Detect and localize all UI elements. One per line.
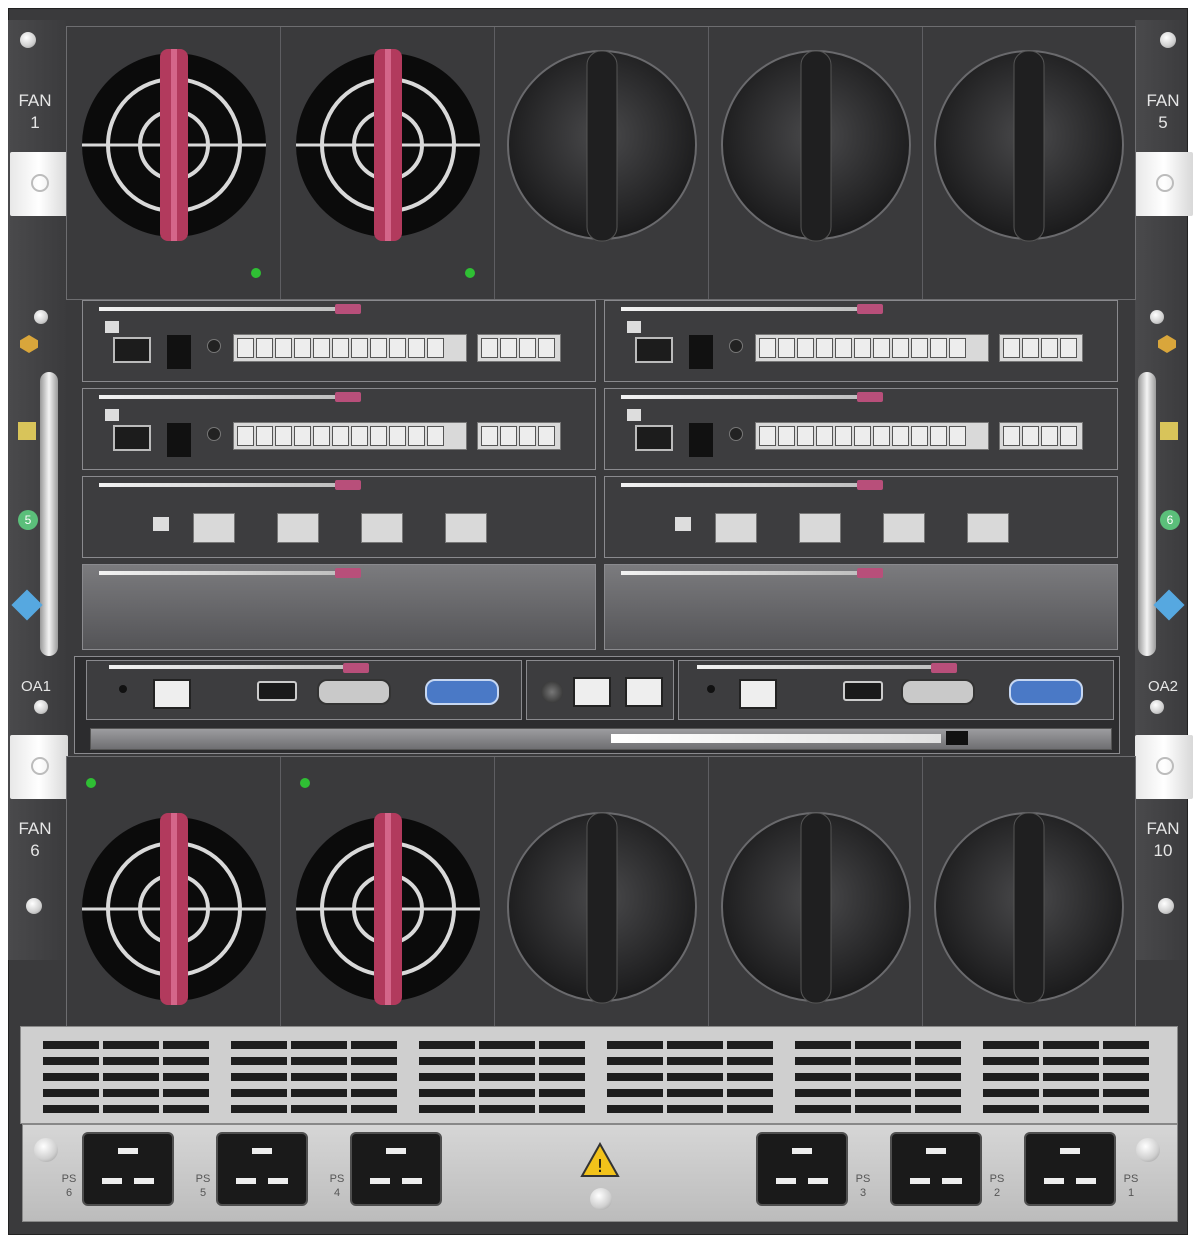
fan-2[interactable]	[281, 27, 495, 299]
bay-6-marker-icon: 6	[1160, 510, 1180, 530]
fan-blank-4[interactable]	[709, 27, 923, 299]
ps-6-outlet[interactable]	[82, 1132, 174, 1206]
screw-icon	[1150, 700, 1164, 714]
bay-3-4-marker-icon	[1160, 422, 1178, 440]
oa2-label: OA2	[1147, 678, 1178, 695]
ps-3-outlet[interactable]	[756, 1132, 848, 1206]
fan-icon	[296, 778, 480, 1005]
ps-4-label: PS 4	[329, 1173, 345, 1199]
vent-grille	[20, 1026, 1178, 1124]
fan-icon	[296, 49, 480, 278]
oa1-label: OA1	[20, 678, 51, 695]
bay-3-4-marker-icon	[18, 422, 36, 440]
fan-blank-icon	[507, 812, 697, 1004]
screw-icon	[20, 32, 36, 48]
fan-6-label: FAN 6	[18, 819, 52, 860]
fan-blank-3[interactable]	[495, 27, 709, 299]
interconnect-bay-3[interactable]	[82, 388, 596, 470]
interconnect-bay-1[interactable]	[82, 300, 596, 382]
oa2-network-port[interactable]	[739, 679, 777, 709]
fan-blank-5[interactable]	[923, 27, 1135, 299]
ps-5-outlet[interactable]	[216, 1132, 308, 1206]
screw-icon	[1158, 898, 1174, 914]
latch-clip[interactable]	[1135, 152, 1193, 216]
fan-icon	[82, 778, 266, 1005]
fan-blank-icon	[507, 50, 697, 242]
warning-triangle-icon: !	[580, 1142, 620, 1177]
fan-blank-9[interactable]	[709, 757, 923, 1027]
screw-icon	[590, 1188, 612, 1210]
oa2-usb-port[interactable]	[843, 681, 883, 701]
fan-5-label: FAN 5	[1146, 91, 1180, 132]
fan-blank-icon	[721, 50, 911, 242]
onboard-administrator-2[interactable]	[678, 660, 1114, 720]
fan-blank-8[interactable]	[495, 757, 709, 1027]
interconnect-bay-2[interactable]	[604, 300, 1118, 382]
oa1-vga-port[interactable]	[425, 679, 499, 705]
ps-3-label: PS 3	[855, 1173, 871, 1199]
top-fan-bay	[66, 26, 1136, 300]
screw-icon	[1160, 32, 1176, 48]
oa-release-bar[interactable]	[90, 728, 1112, 750]
ps-5-label: PS 5	[195, 1173, 211, 1199]
ps-4-outlet[interactable]	[350, 1132, 442, 1206]
fan-icon	[82, 49, 266, 278]
svg-text:!: !	[596, 1156, 603, 1177]
screw-icon	[34, 310, 48, 324]
screw-icon	[34, 700, 48, 714]
ps-6-label: PS 6	[61, 1173, 77, 1199]
ps-2-outlet[interactable]	[890, 1132, 982, 1206]
oa1-network-port[interactable]	[153, 679, 191, 709]
bottom-fan-bay	[66, 756, 1136, 1028]
oa2-serial-port[interactable]	[901, 679, 975, 705]
interconnect-bay-5[interactable]	[82, 476, 596, 558]
oa1-serial-port[interactable]	[317, 679, 391, 705]
fan-blank-icon	[721, 812, 911, 1004]
fan-1[interactable]	[67, 27, 281, 299]
ps-1-outlet[interactable]	[1024, 1132, 1116, 1206]
fan-1-label: FAN 1	[18, 91, 52, 132]
fan-blank-10[interactable]	[923, 757, 1135, 1027]
left-handle[interactable]	[40, 372, 58, 656]
latch-clip[interactable]	[10, 152, 68, 216]
screw-icon	[26, 898, 42, 914]
screw-icon	[1150, 310, 1164, 324]
screw-icon	[34, 1138, 58, 1162]
ps-2-label: PS 2	[989, 1173, 1005, 1199]
interconnect-bay-7-blank[interactable]	[82, 564, 596, 650]
interconnect-bay-6[interactable]	[604, 476, 1118, 558]
fan-7[interactable]	[281, 757, 495, 1027]
screw-icon	[1136, 1138, 1160, 1162]
ps-1-label: PS 1	[1123, 1173, 1139, 1199]
onboard-administrator-1[interactable]	[86, 660, 522, 720]
fan-6[interactable]	[67, 757, 281, 1027]
interconnect-bay-4[interactable]	[604, 388, 1118, 470]
oa1-usb-port[interactable]	[257, 681, 297, 701]
latch-clip[interactable]	[1135, 735, 1193, 799]
fan-blank-icon	[934, 812, 1124, 1004]
oa-link-module[interactable]	[526, 660, 674, 720]
latch-clip[interactable]	[10, 735, 68, 799]
oa2-vga-port[interactable]	[1009, 679, 1083, 705]
right-handle[interactable]	[1138, 372, 1156, 656]
fan-blank-icon	[934, 50, 1124, 242]
oa-link-port-2[interactable]	[625, 677, 663, 707]
oa-link-port-1[interactable]	[573, 677, 611, 707]
fan-10-label: FAN 10	[1146, 819, 1180, 860]
bay-5-marker-icon: 5	[18, 510, 38, 530]
interconnect-bay-8-blank[interactable]	[604, 564, 1118, 650]
